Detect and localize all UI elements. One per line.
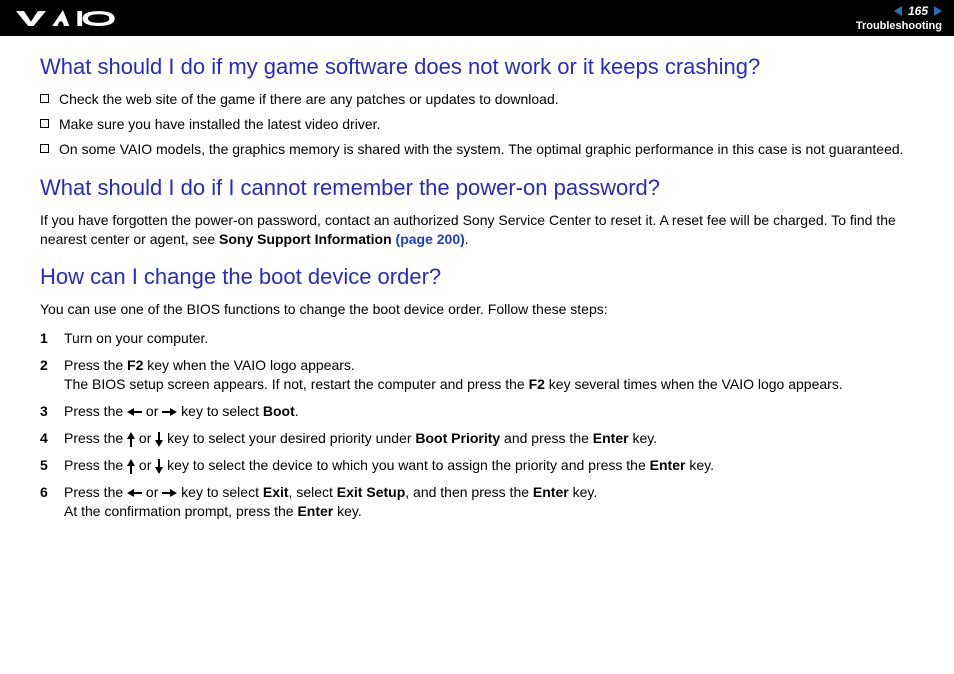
step-item: 4 Press the or key to select your desire… bbox=[40, 429, 922, 448]
step-text: Press the or key to select your desired … bbox=[64, 429, 922, 448]
game-crash-list: Check the web site of the game if there … bbox=[40, 90, 922, 159]
list-text: Check the web site of the game if there … bbox=[59, 90, 559, 109]
support-link-label: Sony Support Information bbox=[219, 231, 396, 247]
list-text: On some VAIO models, the graphics memory… bbox=[59, 140, 904, 159]
nav-next-icon[interactable] bbox=[934, 6, 942, 16]
list-item: On some VAIO models, the graphics memory… bbox=[40, 140, 922, 159]
page-content: What should I do if my game software doe… bbox=[0, 36, 954, 520]
key-enter: Enter bbox=[297, 503, 333, 519]
step-item: 6 Press the or key to select Exit, selec… bbox=[40, 483, 922, 521]
step-number: 5 bbox=[40, 456, 52, 475]
key-boot: Boot bbox=[263, 403, 295, 419]
step-number: 2 bbox=[40, 356, 52, 375]
step-number: 3 bbox=[40, 402, 52, 421]
arrow-left-icon bbox=[127, 408, 142, 416]
boot-steps-list: 1 Turn on your computer. 2 Press the F2 k… bbox=[40, 329, 922, 520]
arrow-up-icon bbox=[127, 432, 135, 447]
key-exit-setup: Exit Setup bbox=[337, 484, 405, 500]
key-enter: Enter bbox=[533, 484, 569, 500]
para-text: . bbox=[465, 231, 469, 247]
vaio-logo bbox=[16, 10, 123, 26]
key-exit: Exit bbox=[263, 484, 289, 500]
list-text: Make sure you have installed the latest … bbox=[59, 115, 380, 134]
step-number: 1 bbox=[40, 329, 52, 348]
page-number: 165 bbox=[908, 4, 928, 18]
bullet-icon bbox=[40, 144, 49, 153]
section-label: Troubleshooting bbox=[856, 20, 942, 32]
key-f2: F2 bbox=[529, 376, 545, 392]
arrow-up-icon bbox=[127, 459, 135, 474]
step-text: Press the or key to select the device to… bbox=[64, 456, 922, 475]
faq-heading-password: What should I do if I cannot remember th… bbox=[40, 175, 922, 201]
boot-intro: You can use one of the BIOS functions to… bbox=[40, 300, 922, 319]
step-number: 6 bbox=[40, 483, 52, 502]
list-item: Make sure you have installed the latest … bbox=[40, 115, 922, 134]
bullet-icon bbox=[40, 94, 49, 103]
step-text: Press the F2 key when the VAIO logo appe… bbox=[64, 356, 922, 394]
arrow-left-icon bbox=[127, 489, 142, 497]
step-text: Turn on your computer. bbox=[64, 329, 922, 348]
key-enter: Enter bbox=[593, 430, 629, 446]
key-enter: Enter bbox=[650, 457, 686, 473]
password-para: If you have forgotten the power-on passw… bbox=[40, 211, 922, 249]
bullet-icon bbox=[40, 119, 49, 128]
step-item: 2 Press the F2 key when the VAIO logo ap… bbox=[40, 356, 922, 394]
support-link-page[interactable]: (page 200) bbox=[396, 231, 465, 247]
list-item: Check the web site of the game if there … bbox=[40, 90, 922, 109]
header-meta: 165 Troubleshooting bbox=[856, 4, 942, 32]
step-item: 3 Press the or key to select Boot. bbox=[40, 402, 922, 421]
step-item: 1 Turn on your computer. bbox=[40, 329, 922, 348]
arrow-right-icon bbox=[162, 489, 177, 497]
step-text: Press the or key to select Exit, select … bbox=[64, 483, 922, 521]
step-item: 5 Press the or key to select the device … bbox=[40, 456, 922, 475]
key-boot-priority: Boot Priority bbox=[415, 430, 500, 446]
faq-heading-boot-order: How can I change the boot device order? bbox=[40, 264, 922, 290]
nav-prev-icon[interactable] bbox=[894, 6, 902, 16]
page-nav: 165 bbox=[894, 4, 942, 18]
header-bar: 165 Troubleshooting bbox=[0, 0, 954, 36]
arrow-right-icon bbox=[162, 408, 177, 416]
key-f2: F2 bbox=[127, 357, 143, 373]
faq-heading-game-crash: What should I do if my game software doe… bbox=[40, 54, 922, 80]
step-number: 4 bbox=[40, 429, 52, 448]
step-text: Press the or key to select Boot. bbox=[64, 402, 922, 421]
